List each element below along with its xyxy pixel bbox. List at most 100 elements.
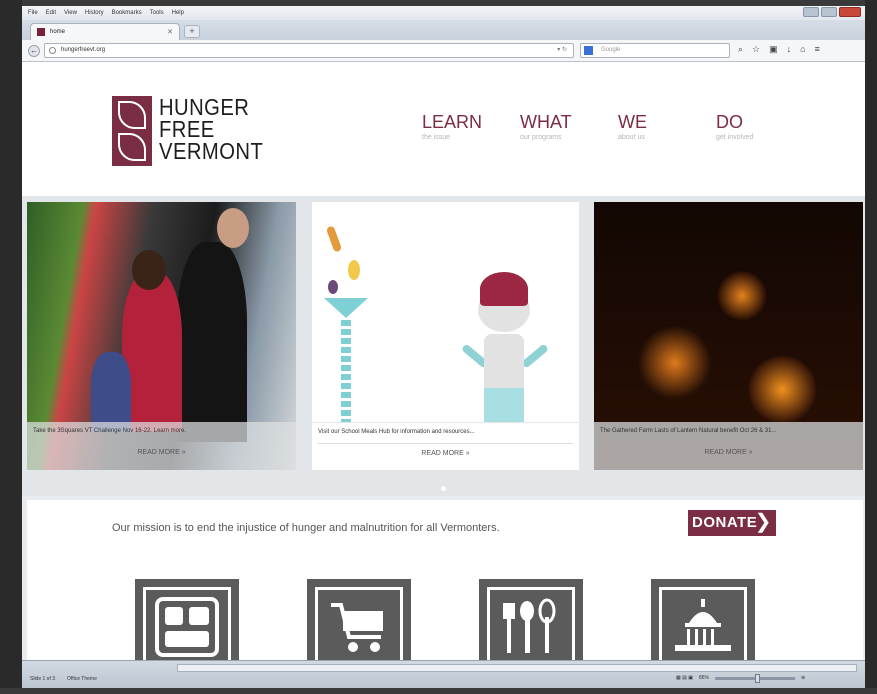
tab-home[interactable]: home ✕ — [30, 23, 180, 40]
status-bar: Slide 1 of 3 Office Theme ▦ ▤ ▣ 86% ⊕ — [22, 660, 865, 688]
menu-tools[interactable]: Tools — [150, 10, 164, 16]
maximize-button[interactable] — [821, 7, 837, 17]
tab-title: home — [50, 29, 66, 35]
kid-hair-illustration — [480, 272, 528, 306]
close-window-button[interactable] — [839, 7, 861, 17]
photo-person-man — [177, 242, 247, 442]
kid-arm-illustration — [520, 343, 550, 369]
slide-grocery[interactable]: Take the 3Squares VT Challenge Nov 16-22… — [27, 202, 296, 470]
photo-child — [91, 352, 131, 432]
new-tab-button[interactable]: + — [184, 25, 200, 38]
donate-button[interactable]: DONATE ❯ — [688, 510, 776, 536]
slide-school-meals[interactable]: Visit our School Meals Hub for informati… — [312, 202, 579, 470]
menu-file[interactable]: File — [28, 10, 38, 16]
horizontal-scrollbar[interactable] — [177, 664, 857, 672]
corn-illustration — [348, 260, 360, 280]
menu-view[interactable]: View — [64, 10, 77, 16]
tile-groceries[interactable] — [307, 579, 411, 660]
leaf-shape — [118, 133, 146, 161]
search-bar[interactable]: Google — [580, 43, 730, 58]
mission-statement: Our mission is to end the injustice of h… — [112, 522, 500, 534]
back-button[interactable]: ← — [28, 44, 40, 57]
nav-do-sub: get involved — [716, 134, 754, 141]
read-more-link[interactable]: READ MORE » — [27, 449, 296, 456]
status-right: ▦ ▤ ▣ 86% ⊕ — [676, 673, 805, 683]
nav-we-sub: about us — [618, 134, 645, 141]
search-engine-icon[interactable] — [584, 46, 593, 55]
slide-caption: The Gathered Farm Lasts of Lantern Natur… — [594, 422, 863, 470]
menu-bookmarks[interactable]: Bookmarks — [112, 10, 142, 16]
minimize-button[interactable] — [803, 7, 819, 17]
nav-what-label: WHAT — [520, 112, 572, 132]
logo-wheat-icon[interactable] — [112, 96, 152, 166]
utensils-icon — [503, 598, 556, 653]
theme-name: Office Theme — [67, 676, 97, 682]
library-icon[interactable]: ▣ — [769, 44, 778, 55]
navigation-bar: ← hungerfreevt.org ▾ ↻ Google ⌕ ☆ ▣ ↓ ⌂ … — [22, 40, 865, 62]
nav-do[interactable]: DO get involved — [716, 112, 814, 141]
reload-icon[interactable]: ▾ ↻ — [557, 44, 567, 57]
logo-line-2: FREE — [159, 116, 215, 142]
tile-school-meals[interactable] — [135, 579, 239, 660]
tab-strip: home ✕ + — [22, 20, 865, 40]
tile-cooking[interactable] — [479, 579, 583, 660]
home-icon[interactable]: ⌂ — [800, 44, 805, 55]
url-text: hungerfreevt.org — [61, 47, 106, 53]
nav-what-sub: our programs — [520, 134, 562, 141]
main-nav: LEARN the issue WHAT our programs WE abo… — [422, 112, 814, 141]
slider-pagination — [22, 478, 865, 496]
slide-jack-o-lanterns[interactable]: The Gathered Farm Lasts of Lantern Natur… — [594, 202, 863, 470]
slide-caption-text: Visit our School Meals Hub for informati… — [318, 429, 475, 435]
logo-text[interactable]: HUNGER FREE VERMONT — [159, 94, 264, 164]
web-page: HUNGER FREE VERMONT LEARN the issue WHAT… — [22, 62, 865, 660]
leaf-shape — [118, 101, 146, 129]
read-more-link[interactable]: READ MORE » — [594, 449, 863, 456]
tile-advocacy[interactable] — [651, 579, 755, 660]
zoom-slider[interactable] — [714, 673, 795, 683]
search-icon[interactable]: ⌕ — [738, 44, 743, 55]
menu-edit[interactable]: Edit — [46, 10, 56, 16]
carrot-illustration — [325, 225, 343, 253]
status-left: Slide 1 of 3 Office Theme — [30, 676, 97, 682]
program-tiles — [135, 579, 823, 660]
funnel-illustration — [324, 298, 368, 318]
shopping-cart-icon — [331, 603, 383, 652]
logo-line-1: HUNGER — [159, 94, 250, 120]
slide-caption: Take the 3Squares VT Challenge Nov 16-22… — [27, 422, 296, 470]
menu-history[interactable]: History — [85, 10, 104, 16]
toolbar-icons: ⌕ ☆ ▣ ↓ ⌂ ≡ — [738, 44, 820, 55]
zoom-slider-knob[interactable] — [754, 673, 760, 683]
search-placeholder: Google — [601, 47, 621, 53]
bezel-left — [0, 0, 22, 694]
slide-caption-text: The Gathered Farm Lasts of Lantern Natur… — [600, 428, 777, 434]
globe-icon — [49, 47, 56, 54]
slider-dot[interactable] — [441, 486, 446, 491]
download-icon[interactable]: ↓ — [787, 44, 792, 55]
read-more-link[interactable]: READ MORE » — [312, 450, 579, 457]
window-controls — [803, 7, 861, 17]
logo-line-3: VERMONT — [159, 138, 264, 164]
menu-help[interactable]: Help — [172, 10, 184, 16]
nav-what[interactable]: WHAT our programs — [520, 112, 618, 141]
photo-face-man — [217, 208, 249, 248]
site-header: HUNGER FREE VERMONT LEARN the issue WHAT… — [22, 62, 865, 196]
nav-we-label: WE — [618, 112, 647, 132]
capitol-building-icon — [675, 599, 731, 651]
mission-section: Our mission is to end the injustice of h… — [27, 500, 863, 660]
close-tab-icon[interactable]: ✕ — [167, 28, 173, 36]
feature-slider: Take the 3Squares VT Challenge Nov 16-22… — [22, 196, 865, 496]
url-bar[interactable]: hungerfreevt.org ▾ ↻ — [44, 43, 574, 58]
nav-learn-label: LEARN — [422, 112, 483, 132]
caption-divider — [318, 443, 573, 444]
view-mode-icon[interactable]: ▦ ▤ ▣ — [676, 675, 693, 681]
menu-icon[interactable]: ≡ — [815, 44, 820, 55]
nav-learn[interactable]: LEARN the issue — [422, 112, 520, 141]
nav-we[interactable]: WE about us — [618, 112, 716, 141]
nav-learn-sub: the issue — [422, 134, 451, 141]
meal-tray-icon — [155, 597, 219, 657]
slide-counter: Slide 1 of 3 — [30, 676, 56, 682]
chevron-right-icon: ❯ — [754, 511, 772, 533]
donate-label: DONATE — [692, 514, 758, 531]
bookmark-star-icon[interactable]: ☆ — [752, 44, 760, 55]
fit-window-icon[interactable]: ⊕ — [801, 675, 805, 681]
